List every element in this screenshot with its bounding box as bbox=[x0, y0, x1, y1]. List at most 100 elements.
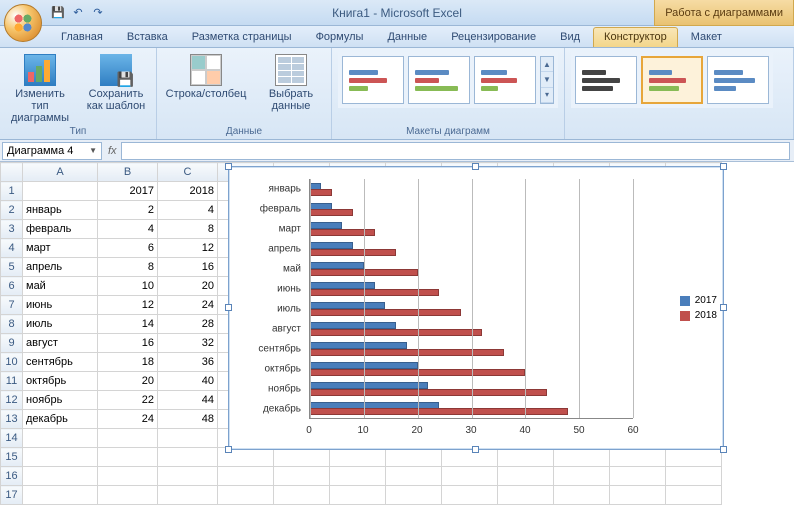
row-header[interactable]: 10 bbox=[1, 353, 23, 372]
cell[interactable]: апрель bbox=[23, 258, 98, 277]
cell[interactable]: март bbox=[23, 239, 98, 258]
resize-handle[interactable] bbox=[472, 163, 479, 170]
cell[interactable]: 12 bbox=[98, 296, 158, 315]
chart-bar[interactable] bbox=[310, 389, 547, 396]
tab-view[interactable]: Вид bbox=[549, 27, 591, 47]
cell[interactable] bbox=[23, 486, 98, 505]
cell[interactable]: 32 bbox=[158, 334, 218, 353]
chart-bar[interactable] bbox=[310, 309, 461, 316]
cell[interactable] bbox=[330, 467, 386, 486]
cell[interactable] bbox=[330, 448, 386, 467]
cell[interactable]: май bbox=[23, 277, 98, 296]
tab-design[interactable]: Конструктор bbox=[593, 27, 678, 47]
cell[interactable] bbox=[274, 486, 330, 505]
row-header[interactable]: 2 bbox=[1, 201, 23, 220]
cell[interactable]: 4 bbox=[98, 220, 158, 239]
cell[interactable] bbox=[666, 467, 722, 486]
office-button[interactable] bbox=[4, 4, 42, 42]
change-chart-type-button[interactable]: Изменить тип диаграммы bbox=[6, 52, 74, 124]
row-header[interactable]: 9 bbox=[1, 334, 23, 353]
resize-handle[interactable] bbox=[472, 446, 479, 453]
layout-thumb-1[interactable] bbox=[342, 56, 404, 104]
cell[interactable] bbox=[386, 486, 442, 505]
row-header[interactable]: 8 bbox=[1, 315, 23, 334]
chart-plot-area[interactable] bbox=[309, 179, 633, 419]
cell[interactable] bbox=[218, 486, 274, 505]
qat-undo-icon[interactable]: ↶ bbox=[70, 5, 86, 21]
chart-bar[interactable] bbox=[310, 249, 396, 256]
col-header[interactable]: A bbox=[23, 163, 98, 182]
cell[interactable] bbox=[274, 448, 330, 467]
cell[interactable] bbox=[666, 486, 722, 505]
cell[interactable]: 16 bbox=[158, 258, 218, 277]
cell[interactable]: 2 bbox=[98, 201, 158, 220]
cell[interactable]: 10 bbox=[98, 277, 158, 296]
cell[interactable] bbox=[554, 448, 610, 467]
cell[interactable]: 16 bbox=[98, 334, 158, 353]
row-header[interactable]: 4 bbox=[1, 239, 23, 258]
cell[interactable]: 6 bbox=[98, 239, 158, 258]
cell[interactable] bbox=[610, 467, 666, 486]
cell[interactable] bbox=[610, 448, 666, 467]
cell[interactable]: 20 bbox=[158, 277, 218, 296]
cell[interactable] bbox=[498, 486, 554, 505]
select-data-button[interactable]: Выбрать данные bbox=[257, 52, 325, 112]
cell[interactable] bbox=[23, 448, 98, 467]
cell[interactable] bbox=[98, 429, 158, 448]
cell[interactable]: декабрь bbox=[23, 410, 98, 429]
save-as-template-button[interactable]: Сохранить как шаблон bbox=[82, 52, 150, 112]
chart-legend[interactable]: 2017 2018 bbox=[680, 291, 717, 325]
tab-insert[interactable]: Вставка bbox=[116, 27, 179, 47]
cell[interactable] bbox=[554, 486, 610, 505]
chart-bar[interactable] bbox=[310, 408, 568, 415]
resize-handle[interactable] bbox=[720, 163, 727, 170]
cell[interactable] bbox=[442, 467, 498, 486]
tab-layout[interactable]: Макет bbox=[680, 27, 733, 47]
chart-bar[interactable] bbox=[310, 349, 504, 356]
cell[interactable]: 24 bbox=[98, 410, 158, 429]
cell[interactable]: 4 bbox=[158, 201, 218, 220]
cell[interactable] bbox=[158, 429, 218, 448]
layouts-gallery-scroll[interactable]: ▲▼▾ bbox=[540, 56, 554, 104]
resize-handle[interactable] bbox=[225, 446, 232, 453]
cell[interactable] bbox=[98, 486, 158, 505]
cell[interactable] bbox=[98, 448, 158, 467]
select-all-corner[interactable] bbox=[1, 163, 23, 182]
row-header[interactable]: 15 bbox=[1, 448, 23, 467]
cell[interactable]: август bbox=[23, 334, 98, 353]
cell[interactable] bbox=[23, 467, 98, 486]
cell[interactable] bbox=[554, 467, 610, 486]
chevron-down-icon[interactable]: ▼ bbox=[89, 146, 97, 155]
row-header[interactable]: 11 bbox=[1, 372, 23, 391]
style-thumb-2[interactable] bbox=[641, 56, 703, 104]
cell[interactable]: 14 bbox=[98, 315, 158, 334]
col-header[interactable]: B bbox=[98, 163, 158, 182]
style-thumb-1[interactable] bbox=[575, 56, 637, 104]
style-thumb-3[interactable] bbox=[707, 56, 769, 104]
cell[interactable] bbox=[23, 182, 98, 201]
cell[interactable]: 36 bbox=[158, 353, 218, 372]
row-header[interactable]: 7 bbox=[1, 296, 23, 315]
row-header[interactable]: 13 bbox=[1, 410, 23, 429]
col-header[interactable]: C bbox=[158, 163, 218, 182]
cell[interactable] bbox=[498, 448, 554, 467]
chart-bar[interactable] bbox=[310, 289, 439, 296]
cell[interactable] bbox=[158, 486, 218, 505]
name-box[interactable]: Диаграмма 4 ▼ bbox=[2, 142, 102, 160]
formula-input[interactable] bbox=[121, 142, 790, 160]
cell[interactable]: 44 bbox=[158, 391, 218, 410]
cell[interactable] bbox=[274, 467, 330, 486]
cell[interactable] bbox=[442, 448, 498, 467]
row-header[interactable]: 16 bbox=[1, 467, 23, 486]
tab-review[interactable]: Рецензирование bbox=[440, 27, 547, 47]
row-header[interactable]: 17 bbox=[1, 486, 23, 505]
row-header[interactable]: 14 bbox=[1, 429, 23, 448]
cell[interactable]: январь bbox=[23, 201, 98, 220]
qat-redo-icon[interactable]: ↷ bbox=[90, 5, 106, 21]
cell[interactable]: 8 bbox=[158, 220, 218, 239]
cell[interactable]: 40 bbox=[158, 372, 218, 391]
cell[interactable] bbox=[386, 448, 442, 467]
cell[interactable]: 48 bbox=[158, 410, 218, 429]
cell[interactable] bbox=[158, 467, 218, 486]
cell[interactable]: 12 bbox=[158, 239, 218, 258]
